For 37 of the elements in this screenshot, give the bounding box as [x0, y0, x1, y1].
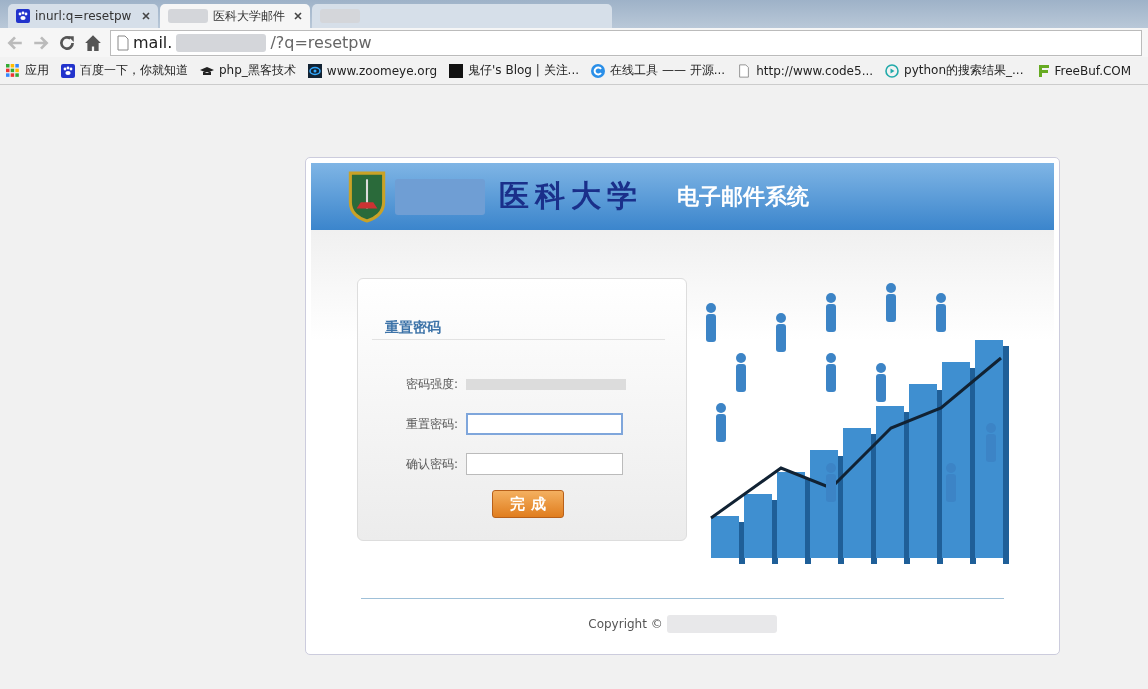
password-field[interactable] — [466, 413, 623, 435]
bookmark-item[interactable]: FreeBuf.COM — [1035, 63, 1132, 78]
home-icon[interactable] — [84, 33, 102, 52]
address-bar[interactable]: mail. /?q=resetpw — [110, 29, 1142, 56]
browser-tab[interactable]: 医科大学邮件 — [160, 4, 310, 28]
bookmark-item[interactable]: php_黑客技术 — [200, 62, 296, 79]
school-name: 医科大学 — [499, 177, 643, 215]
c-logo-icon — [591, 63, 606, 78]
grid-icon — [6, 63, 20, 78]
play-icon — [885, 63, 900, 78]
close-icon[interactable] — [142, 12, 150, 20]
shield-emblem-icon — [347, 170, 387, 223]
redacted-block — [168, 9, 208, 23]
bookmark-label: php_黑客技术 — [219, 62, 296, 79]
tab-title: inurl:q=resetpw — [35, 9, 133, 23]
bookmark-item[interactable]: 应用 — [6, 62, 49, 79]
eye-icon — [307, 63, 322, 78]
logo-icon — [449, 63, 464, 78]
system-title: 电子邮件系统 — [677, 182, 809, 211]
browser-tab[interactable]: inurl:q=resetpw — [8, 4, 158, 28]
paw-icon — [61, 63, 75, 78]
close-icon[interactable] — [294, 12, 302, 20]
url-text: mail. — [133, 33, 173, 52]
field-label: 重置密码: — [406, 415, 460, 433]
copyright-text: Copyright © — [588, 617, 663, 631]
page-icon — [117, 34, 129, 51]
page-icon — [737, 63, 752, 78]
reload-icon[interactable] — [58, 33, 76, 52]
tab-title: 医科大学邮件 — [213, 7, 286, 25]
field-label: 确认密码: — [406, 455, 460, 473]
url-text: /?q=resetpw — [270, 33, 372, 52]
bookmark-label: 应用 — [25, 62, 49, 79]
field-label: 密码强度: — [406, 375, 460, 393]
bookmark-label: FreeBuf.COM — [1054, 63, 1132, 78]
password-field[interactable] — [466, 453, 623, 475]
form-title: 重置密码 — [372, 319, 665, 340]
paw-icon — [16, 9, 30, 23]
